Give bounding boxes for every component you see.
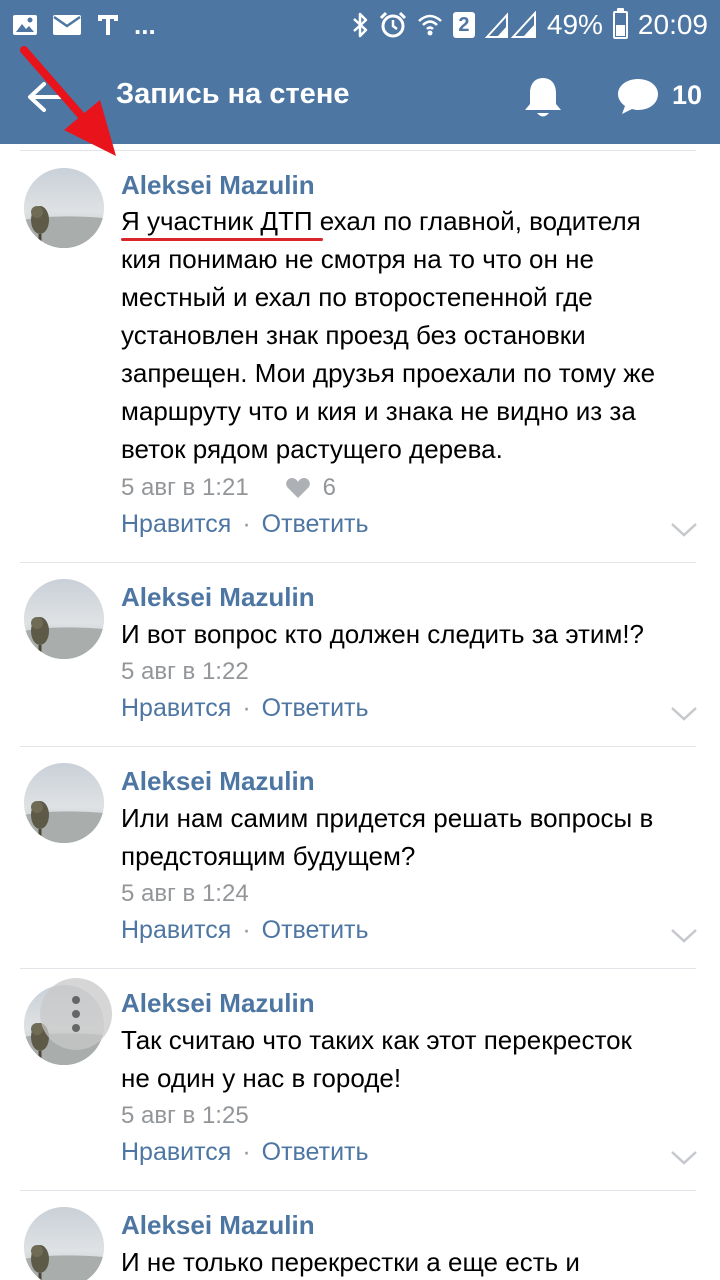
avatar[interactable] (24, 1207, 104, 1280)
comment-text-line: кия понимаю не смотря на то что он не (121, 244, 594, 274)
comment-text: Так считаю что таких как этот перекресто… (121, 1021, 701, 1097)
separator: · (242, 694, 251, 722)
avatar[interactable] (24, 763, 104, 843)
comment-text-line: Или нам самим придется решать вопросы в (121, 803, 654, 833)
comments-icon[interactable] (616, 76, 660, 116)
more-options-button[interactable] (40, 978, 112, 1050)
text-icon (98, 15, 118, 35)
comment-text-line: запрещен. Мои друзья проехали по тому же (121, 358, 656, 388)
comment-count[interactable]: 10 (672, 80, 702, 111)
comment-meta: 5 авг в 1:25 (121, 1102, 249, 1130)
separator: · (242, 916, 251, 944)
comment-text: И не только перекрестки а еще есть и (121, 1243, 701, 1280)
comment-item: Aleksei Mazulin И не только перекрестки … (0, 1192, 720, 1280)
reply-button[interactable]: Ответить (262, 510, 369, 539)
comment-text: И вот вопрос кто должен следить за этим!… (121, 615, 701, 653)
dot (72, 1010, 80, 1018)
page-title: Запись на стене (116, 78, 350, 110)
comment-author[interactable]: Aleksei Mazulin (121, 766, 315, 797)
chevron-down-icon[interactable] (670, 706, 698, 722)
comment-time: 5 авг в 1:21 (121, 474, 249, 501)
likes-counter: 6 (285, 474, 336, 502)
image-icon (13, 15, 37, 35)
comment-time: 5 авг в 1:25 (121, 1102, 249, 1129)
chevron-down-icon[interactable] (670, 522, 698, 538)
comment-text: Или нам самим придется решать вопросы в … (121, 799, 701, 875)
like-button[interactable]: Нравится (121, 694, 231, 723)
separator: · (242, 510, 251, 538)
comment-item: Aleksei Mazulin Я участник ДТП ехал по г… (0, 144, 720, 564)
like-button[interactable]: Нравится (121, 916, 231, 945)
more-notifications: ... (134, 9, 156, 40)
comment-author[interactable]: Aleksei Mazulin (121, 582, 315, 613)
comment-item: Aleksei Mazulin И вот вопрос кто должен … (0, 564, 720, 748)
comment-text-line: И вот вопрос кто должен следить за этим!… (121, 619, 645, 649)
comment-text-line: веток рядом растущего дерева. (121, 434, 503, 464)
divider (20, 968, 696, 969)
comment-text-line: не один у нас в городе! (121, 1063, 402, 1093)
comment-text-line: Я участник ДТП ехал по главной, водителя (121, 206, 641, 236)
chevron-down-icon[interactable] (670, 1150, 698, 1166)
dot (72, 1024, 80, 1032)
status-left-icons: ... (12, 10, 156, 40)
app-header: Запись на стене 10 (0, 50, 720, 144)
comment-meta: 5 авг в 1:21 6 (121, 474, 336, 502)
signal-icon (484, 11, 536, 38)
comment-meta: 5 авг в 1:24 (121, 880, 249, 908)
comment-actions: Нравится · Ответить (121, 694, 369, 723)
status-right-icons: 2 49% 20:09 (351, 8, 708, 42)
reply-button[interactable]: Ответить (262, 916, 369, 945)
comment-actions: Нравится · Ответить (121, 916, 369, 945)
comment-time: 5 авг в 1:22 (121, 658, 249, 685)
divider (20, 1190, 696, 1191)
comment-actions: Нравится · Ответить (121, 1138, 369, 1167)
comment-text-line: предстоящим будущем? (121, 841, 416, 871)
heart-icon (285, 478, 310, 498)
comment-author[interactable]: Aleksei Mazulin (121, 988, 315, 1019)
divider (20, 746, 696, 747)
battery-percent: 49% (546, 9, 603, 40)
comment-author[interactable]: Aleksei Mazulin (121, 1210, 315, 1241)
alarm-icon (379, 11, 406, 38)
bell-icon[interactable] (522, 74, 564, 120)
comment-text-line: установлен знак проезд без остановки (121, 320, 586, 350)
comment-text-line: Так считаю что таких как этот перекресто… (121, 1025, 632, 1055)
sim-badge: 2 (452, 12, 475, 38)
avatar[interactable] (24, 168, 104, 248)
dot (72, 996, 80, 1004)
status-bar: ... 2 49% 20:09 (0, 0, 720, 50)
bluetooth-icon (353, 12, 368, 38)
comment-text-line: маршруту что и кия и знака не видно из з… (121, 396, 636, 426)
battery-level (615, 25, 625, 36)
mail-icon (53, 15, 81, 35)
comment-text: Я участник ДТП ехал по главной, водителя… (121, 202, 701, 468)
comment-text-line: И не только перекрестки а еще есть и (121, 1247, 580, 1277)
comments-feed: Aleksei Mazulin Я участник ДТП ехал по г… (0, 144, 720, 1280)
annotation-underline (121, 238, 323, 241)
battery-icon (612, 8, 628, 39)
reply-button[interactable]: Ответить (262, 1138, 369, 1167)
clock: 20:09 (637, 9, 708, 40)
chevron-down-icon[interactable] (670, 928, 698, 944)
likes-count: 6 (322, 474, 337, 501)
like-button[interactable]: Нравится (121, 1138, 231, 1167)
separator: · (242, 1138, 251, 1166)
comment-actions: Нравится · Ответить (121, 510, 369, 539)
avatar[interactable] (24, 579, 104, 659)
like-button[interactable]: Нравится (121, 510, 231, 539)
comment-meta: 5 авг в 1:22 (121, 658, 249, 686)
comment-author[interactable]: Aleksei Mazulin (121, 170, 315, 201)
comment-time: 5 авг в 1:24 (121, 880, 249, 907)
comment-item: Aleksei Mazulin Или нам самим придется р… (0, 748, 720, 970)
wifi-icon (418, 14, 442, 36)
divider (20, 562, 696, 563)
comment-text-line: местный и ехал по второстепенной где (121, 282, 593, 312)
back-arrow-icon[interactable] (26, 80, 66, 114)
reply-button[interactable]: Ответить (262, 694, 369, 723)
